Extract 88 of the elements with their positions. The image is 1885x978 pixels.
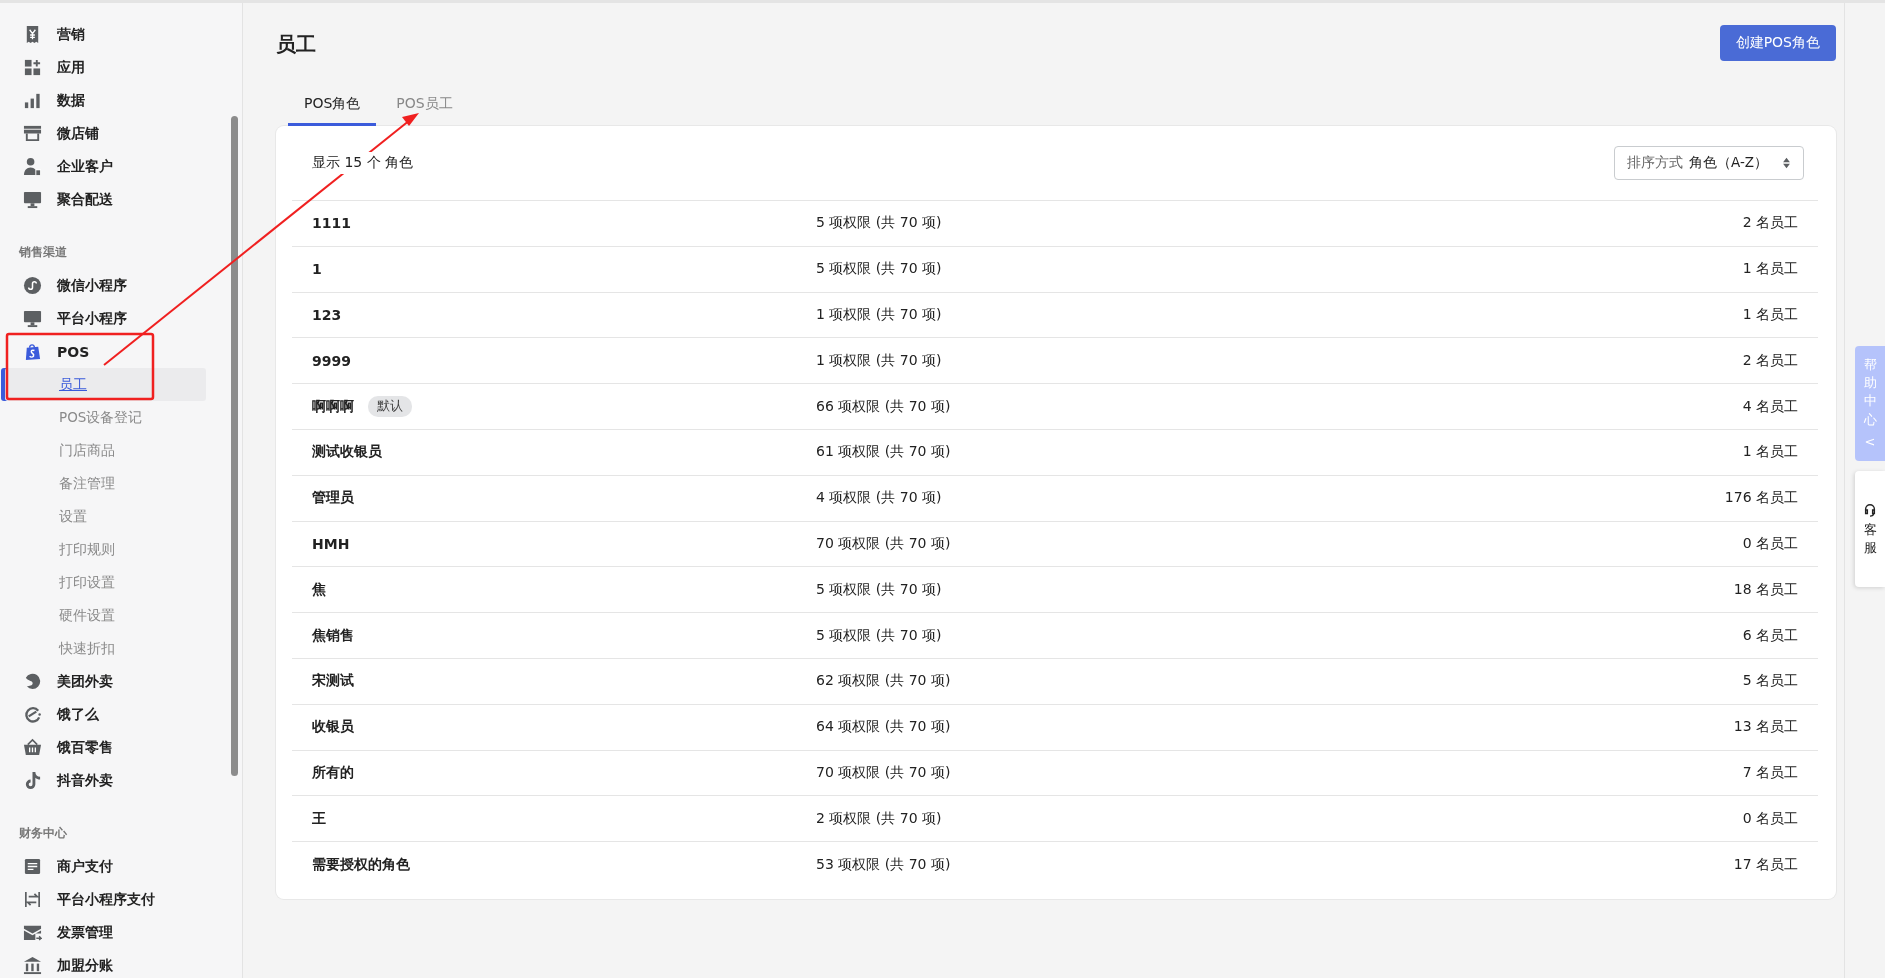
employee-count: 2 名员工 [1742,214,1798,233]
sidebar-item[interactable]: POS [0,335,228,368]
default-tag: 默认 [368,396,412,418]
employee-count: 6 名员工 [1742,626,1798,645]
create-role-button[interactable]: 创建POS角色 [1719,25,1836,61]
bar-chart-icon [23,91,42,110]
sidebar-item[interactable]: 发票管理 [0,916,228,949]
permission-count: 5 项权限 (共 70 项) [816,580,943,599]
swap-arrows-icon [23,890,42,909]
grid-icon [23,58,42,77]
page-title: 员工 [276,31,316,58]
employee-count: 5 名员工 [1742,672,1798,691]
permission-count: 70 项权限 (共 70 项) [816,763,952,782]
employee-count: 18 名员工 [1733,580,1798,599]
round-logo-icon [23,672,42,691]
music-note-icon [23,771,42,790]
section-heading: 销售渠道 [18,244,68,261]
link-circle-icon [23,276,42,295]
envelope-icon [23,923,42,942]
section-heading: 财务中心 [18,825,68,842]
permission-count: 5 项权限 (共 70 项) [816,626,943,645]
role-name: 1 [312,261,322,278]
permission-count: 1 项权限 (共 70 项) [816,351,943,370]
customer-service-button[interactable]: 客服 [1855,470,1885,588]
permission-count: 61 项权限 (共 70 项) [816,443,952,462]
permission-count: 62 项权限 (共 70 项) [816,672,952,691]
employee-count: 4 名员工 [1742,397,1798,416]
sidebar-item[interactable]: 商户支付 [0,850,228,883]
role-name: 123 [312,307,342,323]
employee-count: 1 名员工 [1742,306,1798,324]
employee-count: 176 名员工 [1724,489,1798,508]
permission-count: 64 项权限 (共 70 项) [816,718,952,737]
basket-icon [23,738,42,757]
role-count-text: 显示 15 个 角色 [312,152,414,174]
sidebar-item[interactable]: 数据 [0,84,228,117]
sidebar-item[interactable]: 加盟分账 [0,949,228,978]
sidebar-item[interactable]: 营销 [0,18,228,51]
person-icon [23,157,42,176]
permission-count: 4 项权限 (共 70 项) [816,489,943,508]
permission-count: 70 项权限 (共 70 项) [816,534,952,553]
role-name: 焦销售 [312,626,354,645]
storefront-icon [23,124,42,143]
document-icon [23,857,42,876]
sidebar-item[interactable]: 抖音外卖 [0,764,228,797]
role-name: 所有的 [312,763,354,782]
role-name: 测试收银员 [312,443,382,462]
role-name: 管理员 [312,489,354,508]
shopping-bag-icon [23,342,42,361]
employee-count: 0 名员工 [1742,534,1798,553]
sidebar-item[interactable]: 应用 [0,51,228,84]
employee-count: 13 名员工 [1733,718,1798,737]
permission-count: 5 项权限 (共 70 项) [816,214,943,233]
headset-icon [1863,502,1877,517]
role-name: 需要授权的角色 [312,855,410,874]
role-name: HMH [312,535,350,552]
employee-count: 7 名员工 [1742,763,1798,782]
sidebar-item[interactable]: 平台小程序 [0,302,228,335]
role-name: 焦 [312,580,326,599]
role-name: 1111 [312,215,351,232]
sort-caret-icon [1782,157,1791,169]
monitor-icon [23,190,42,209]
sidebar-item[interactable]: 聚合配送 [0,183,228,216]
sort-select[interactable]: 排序方式 角色（A-Z） [1613,146,1804,180]
employee-count: 17 名员工 [1733,855,1798,874]
employee-count: 1 名员工 [1742,443,1798,462]
sidebar-item[interactable]: 饿百零售 [0,731,228,764]
permission-count: 2 项权限 (共 70 项) [816,809,943,828]
bank-icon [23,956,42,975]
employee-count: 2 名员工 [1742,351,1798,370]
role-name: 啊啊啊 [312,397,354,416]
circle-logo-icon [23,705,42,724]
permission-count: 53 项权限 (共 70 项) [816,855,952,874]
employee-count: 1 名员工 [1742,260,1798,279]
role-name: 王 [312,809,326,828]
sidebar-item[interactable]: 美团外卖 [0,665,228,698]
permission-count: 66 项权限 (共 70 项) [816,397,952,416]
role-name: 宋测试 [312,672,354,691]
permission-count: 1 项权限 (共 70 项) [816,306,943,324]
role-name: 9999 [312,352,351,369]
employee-count: 0 名员工 [1742,809,1798,828]
permission-count: 5 项权限 (共 70 项) [816,260,943,279]
sidebar-item[interactable]: 微信小程序 [0,269,228,302]
sidebar-item[interactable]: 饿了么 [0,698,228,731]
monitor-icon [23,309,42,328]
sidebar-item[interactable]: 企业客户 [0,150,228,183]
sidebar-item[interactable]: 微店铺 [0,117,228,150]
role-name: 收银员 [312,718,354,737]
sidebar-item[interactable]: 平台小程序支付 [0,883,228,916]
